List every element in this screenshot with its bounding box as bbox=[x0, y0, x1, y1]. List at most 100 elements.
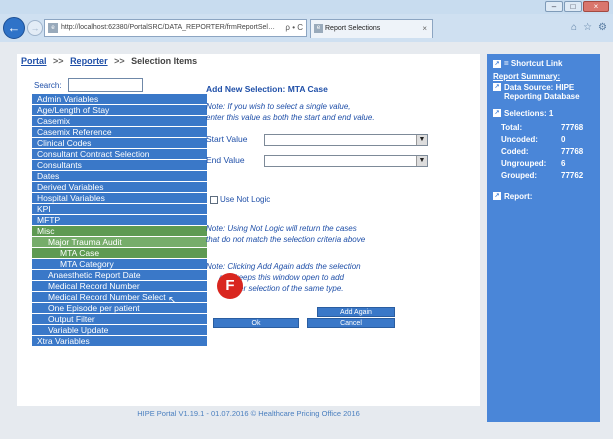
chevron-down-icon[interactable]: ▼ bbox=[416, 156, 427, 166]
stat-value: 77768 bbox=[561, 147, 584, 156]
menu-item[interactable]: Medical Record Number bbox=[32, 281, 207, 292]
minimize-button[interactable]: – bbox=[545, 1, 563, 12]
breadcrumb-reporter-link[interactable]: Reporter bbox=[70, 56, 108, 66]
cancel-button[interactable]: Cancel bbox=[307, 318, 395, 328]
form-title: Add New Selection: MTA Case bbox=[206, 84, 328, 94]
back-button[interactable]: ← bbox=[3, 17, 25, 39]
single-value-note: Note: If you wish to select a single val… bbox=[206, 102, 375, 122]
menu-item[interactable]: Hospital Variables bbox=[32, 193, 207, 204]
menu-item[interactable]: One Episode per patient bbox=[32, 303, 207, 314]
address-tools[interactable]: ρ • C bbox=[285, 20, 303, 36]
search-input[interactable] bbox=[68, 78, 143, 92]
menu-item[interactable]: Admin Variables bbox=[32, 94, 207, 105]
data-source-sub: Reporting Database bbox=[504, 92, 580, 101]
selection-stats: Total: 77768 Uncoded: 0 Coded: 77768 Ungrouped… bbox=[501, 122, 594, 182]
shortcut-legend: ↗ = Shortcut Link bbox=[493, 59, 563, 68]
mouse-cursor-icon: ↖ bbox=[168, 295, 177, 306]
stat-label: Total: bbox=[501, 123, 523, 132]
stat-row: Uncoded: 0 bbox=[501, 134, 594, 146]
maximize-button[interactable]: □ bbox=[564, 1, 582, 12]
browser-toolbar-icons: ⌂ ☆ ⚙ bbox=[571, 22, 607, 33]
menu-item[interactable]: Casemix Reference bbox=[32, 127, 207, 138]
menu-item[interactable]: Anaesthetic Report Date bbox=[32, 270, 207, 281]
stat-label: Coded: bbox=[501, 147, 529, 156]
chevron-down-icon[interactable]: ▼ bbox=[416, 135, 427, 145]
menu-item[interactable]: Misc bbox=[32, 226, 207, 237]
menu-item[interactable]: Derived Variables bbox=[32, 182, 207, 193]
data-source-row[interactable]: ↗ Data Source: HIPE bbox=[493, 83, 594, 92]
menu-item[interactable]: Consultant Contract Selection bbox=[32, 149, 207, 160]
favorites-star-icon[interactable]: ☆ bbox=[583, 22, 592, 33]
tab-label: Report Selections bbox=[325, 25, 381, 32]
start-value-field[interactable]: ▼ bbox=[264, 134, 428, 146]
shortcut-link-icon: ↗ bbox=[493, 109, 501, 117]
address-bar[interactable]: e http://localhost:62380/PortalSRC/DATA_… bbox=[44, 19, 307, 37]
settings-gear-icon[interactable]: ⚙ bbox=[598, 22, 607, 33]
stat-label: Grouped: bbox=[501, 171, 537, 180]
selection-items-menu: Admin Variables Age/Length of Stay Casemix… bbox=[32, 94, 207, 347]
home-icon[interactable]: ⌂ bbox=[571, 22, 577, 33]
back-arrow-icon: ← bbox=[7, 20, 21, 35]
end-value-label: End Value bbox=[206, 155, 245, 165]
add-again-button[interactable]: Add Again bbox=[317, 307, 395, 317]
menu-item[interactable]: Casemix bbox=[32, 116, 207, 127]
menu-item[interactable]: Clinical Codes bbox=[32, 138, 207, 149]
window-controls: – □ × bbox=[545, 1, 609, 12]
main-content: Portal >> Reporter >> Selection Items Se… bbox=[17, 54, 480, 406]
ok-button[interactable]: Ok bbox=[213, 318, 299, 328]
menu-item[interactable]: Major Trauma Audit bbox=[32, 237, 207, 248]
menu-item[interactable]: KPI bbox=[32, 204, 207, 215]
end-value-field[interactable]: ▼ bbox=[264, 155, 428, 167]
menu-item[interactable]: Xtra Variables bbox=[32, 336, 207, 347]
close-window-button[interactable]: × bbox=[583, 1, 609, 12]
tab-report-selections[interactable]: e Report Selections × bbox=[310, 19, 433, 38]
breadcrumb-portal-link[interactable]: Portal bbox=[21, 56, 47, 66]
shortcut-link-icon: ↗ bbox=[493, 59, 501, 68]
selections-row[interactable]: ↗ Selections: 1 bbox=[493, 109, 594, 118]
stat-value: 77762 bbox=[561, 171, 584, 180]
search-label: Search: bbox=[34, 81, 62, 90]
tab-close-icon[interactable]: × bbox=[422, 20, 427, 38]
stat-label: Ungrouped: bbox=[501, 159, 547, 168]
favicon-icon: e bbox=[48, 23, 58, 33]
report-summary-panel: ↗ = Shortcut Link Report Summary: ↗ Data… bbox=[487, 54, 600, 422]
stat-row: Total: 77768 bbox=[501, 122, 594, 134]
breadcrumb: Portal >> Reporter >> Selection Items bbox=[21, 56, 197, 66]
shortcut-link-icon: ↗ bbox=[493, 83, 501, 91]
callout-badge: F bbox=[217, 273, 243, 299]
stat-value: 77768 bbox=[561, 123, 584, 132]
address-text: http://localhost:62380/PortalSRC/DATA_RE… bbox=[61, 24, 275, 31]
menu-item[interactable]: Variable Update bbox=[32, 325, 207, 336]
menu-item[interactable]: MTA Category bbox=[32, 259, 207, 270]
stat-row: Coded: 77768 bbox=[501, 146, 594, 158]
stat-label: Uncoded: bbox=[501, 135, 538, 144]
breadcrumb-separator: >> bbox=[114, 56, 125, 66]
menu-item[interactable]: MFTP bbox=[32, 215, 207, 226]
page-body: Portal >> Reporter >> Selection Items Se… bbox=[0, 42, 613, 439]
tab-favicon-icon: e bbox=[314, 24, 323, 33]
not-logic-label: Use Not Logic bbox=[220, 195, 271, 204]
stat-row: Ungrouped: 6 bbox=[501, 158, 594, 170]
menu-item[interactable]: Output Filter bbox=[32, 314, 207, 325]
forward-button[interactable]: → bbox=[27, 20, 43, 36]
menu-item[interactable]: MTA Case bbox=[32, 248, 207, 259]
menu-item[interactable]: Dates bbox=[32, 171, 207, 182]
browser-navbar: ← → e http://localhost:62380/PortalSRC/D… bbox=[0, 14, 613, 42]
page-footer: HIPE Portal V1.19.1 - 01.07.2016 © Healt… bbox=[137, 409, 360, 418]
shortcut-link-icon: ↗ bbox=[493, 192, 501, 200]
forward-arrow-icon: → bbox=[30, 23, 40, 33]
report-row[interactable]: ↗ Report: bbox=[493, 192, 594, 201]
not-logic-note: Note: Using Not Logic will return the ca… bbox=[206, 224, 366, 244]
breadcrumb-separator: >> bbox=[53, 56, 64, 66]
menu-item[interactable]: Age/Length of Stay bbox=[32, 105, 207, 116]
stat-value: 0 bbox=[561, 135, 566, 144]
not-logic-checkbox[interactable] bbox=[210, 195, 218, 204]
stat-value: 6 bbox=[561, 159, 566, 168]
breadcrumb-current: Selection Items bbox=[131, 56, 198, 66]
not-logic-option[interactable]: Use Not Logic bbox=[210, 195, 270, 204]
menu-item[interactable]: Medical Record Number Select bbox=[32, 292, 207, 303]
window-titlebar: – □ × bbox=[0, 0, 613, 14]
menu-item[interactable]: Consultants bbox=[32, 160, 207, 171]
stat-row: Grouped: 77762 bbox=[501, 170, 594, 182]
report-summary-heading[interactable]: Report Summary: bbox=[493, 72, 594, 81]
